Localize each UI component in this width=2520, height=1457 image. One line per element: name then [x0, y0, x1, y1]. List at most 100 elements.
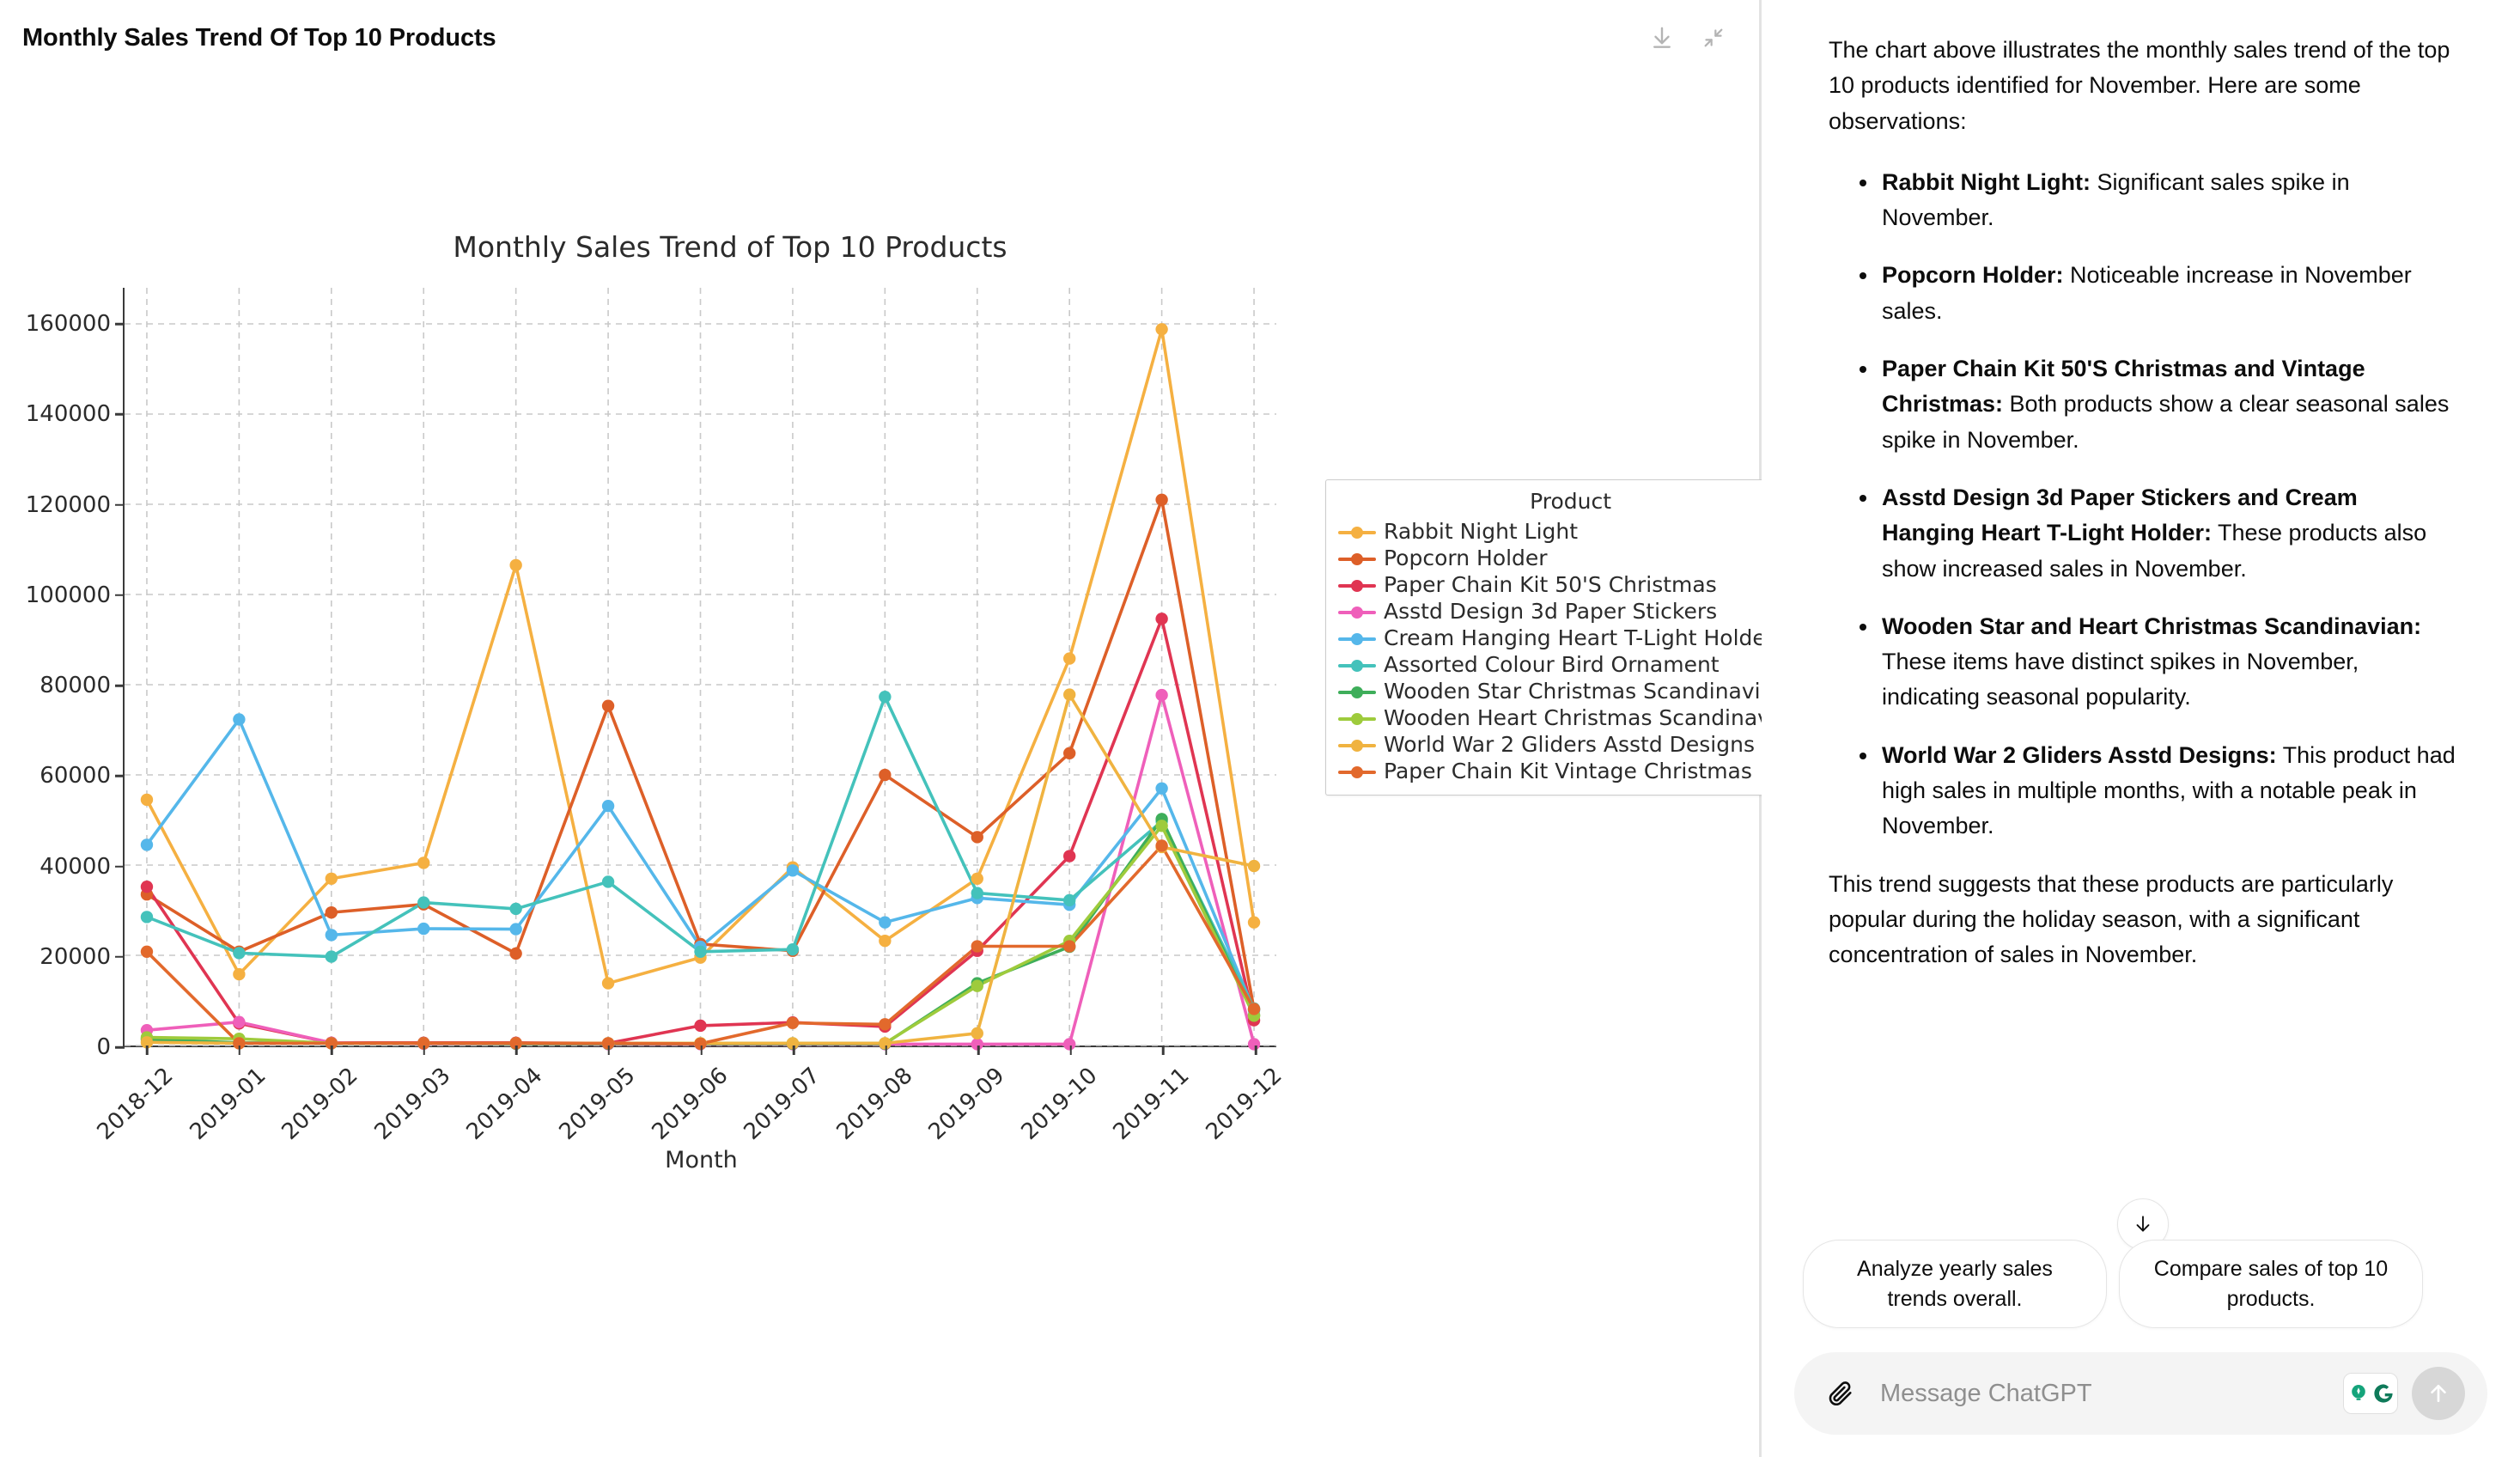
- legend-item-label: Wooden Star Christmas Scandinavian: [1384, 679, 1787, 704]
- x-axis-tick-mark: [885, 1046, 887, 1055]
- legend-color-swatch: [1338, 603, 1376, 620]
- grammarly-bulb-icon: [2351, 1385, 2365, 1400]
- paperclip-icon[interactable]: [1820, 1373, 1861, 1414]
- observation-item: World War 2 Gliders Asstd Designs: This …: [1860, 738, 2456, 844]
- download-icon[interactable]: [1647, 23, 1677, 52]
- x-axis-tick-label: 2019-12: [1201, 1063, 1287, 1146]
- legend-item[interactable]: Popcorn Holder: [1338, 545, 1803, 571]
- composer-wrapper: Message ChatGPT: [1762, 1352, 2520, 1457]
- canvas-header-actions: [1647, 23, 1737, 52]
- x-axis-tick-label: 2019-10: [1016, 1063, 1103, 1146]
- y-axis-tick-label: 0: [96, 1034, 111, 1060]
- message-input[interactable]: Message ChatGPT: [1880, 1380, 2343, 1408]
- y-axis-tick-mark: [115, 413, 125, 416]
- composer: Message ChatGPT: [1794, 1352, 2487, 1435]
- x-axis-tick-label: 2019-08: [831, 1063, 918, 1146]
- legend-item[interactable]: Cream Hanging Heart T-Light Holder: [1338, 625, 1803, 651]
- x-axis-tick-label: 2019-11: [1108, 1063, 1195, 1146]
- observation-product-name: Rabbit Night Light:: [1882, 168, 2091, 195]
- chart-container: Monthly Sales Trend of Top 10 Products T…: [0, 76, 1817, 1457]
- send-button[interactable]: [2412, 1367, 2465, 1420]
- observation-product-name: Popcorn Holder:: [1882, 262, 2064, 289]
- legend-color-swatch: [1338, 523, 1376, 540]
- chart-title: Monthly Sales Trend of Top 10 Products: [453, 230, 1007, 264]
- x-axis-tick-label: 2019-01: [185, 1063, 271, 1146]
- legend-color-swatch: [1338, 550, 1376, 567]
- legend-item[interactable]: Rabbit Night Light: [1338, 518, 1803, 545]
- y-axis-tick-label: 160000: [25, 311, 111, 338]
- legend-item[interactable]: World War 2 Gliders Asstd Designs: [1338, 731, 1803, 758]
- x-axis-tick-label: 2019-02: [277, 1063, 363, 1146]
- legend-item[interactable]: Paper Chain Kit 50'S Christmas: [1338, 571, 1803, 598]
- observation-product-name: Wooden Star and Heart Christmas Scandina…: [1882, 613, 2422, 639]
- assistant-observations-list: Rabbit Night Light: Significant sales sp…: [1829, 165, 2456, 844]
- legend-color-swatch: [1338, 576, 1376, 594]
- y-axis-tick-mark: [115, 955, 125, 958]
- x-axis-tick-label: 2019-06: [647, 1063, 733, 1146]
- suggestion-chips: Analyze yearly sales trends overall. Comp…: [1762, 1240, 2520, 1328]
- legend-item-label: Wooden Heart Christmas Scandinavian: [1384, 705, 1804, 730]
- collapse-icon[interactable]: [1699, 23, 1728, 52]
- legend-color-swatch: [1338, 656, 1376, 674]
- assistant-outro-paragraph: This trend suggests that these products …: [1829, 870, 2394, 968]
- y-axis-tick-label: 100000: [25, 582, 111, 608]
- legend-item[interactable]: Assorted Colour Bird Ornament: [1338, 651, 1803, 678]
- legend-item-label: Rabbit Night Light: [1384, 519, 1579, 544]
- y-axis-tick-label: 120000: [25, 491, 111, 518]
- legend-item-label: Asstd Design 3d Paper Stickers: [1384, 599, 1718, 624]
- x-axis-tick-label: 2019-07: [739, 1063, 825, 1146]
- x-axis-tick-mark: [607, 1046, 611, 1055]
- matplotlib-figure: Monthly Sales Trend of Top 10 Products T…: [0, 230, 1817, 1313]
- y-axis-tick-mark: [115, 594, 125, 597]
- y-axis-tick-label: 20000: [40, 943, 111, 970]
- chart-x-axis-label: Month: [665, 1147, 738, 1174]
- y-axis-tick-mark: [115, 503, 125, 506]
- observation-text: These items have distinct spikes in Nove…: [1882, 649, 2359, 710]
- legend-color-swatch: [1338, 763, 1376, 780]
- x-axis-tick-mark: [700, 1046, 703, 1055]
- x-axis-tick-mark: [1254, 1046, 1257, 1055]
- x-axis-tick-mark: [423, 1046, 425, 1055]
- canvas-pane: Monthly Sales Trend Of Top 10 Products M: [0, 0, 1817, 1457]
- y-axis-tick-label: 60000: [40, 763, 111, 789]
- x-axis-tick-label: 2019-05: [554, 1063, 641, 1146]
- grammarly-icon[interactable]: [2343, 1373, 2398, 1414]
- legend-item-label: Assorted Colour Bird Ornament: [1384, 652, 1720, 677]
- legend-item[interactable]: Wooden Star Christmas Scandinavian: [1338, 678, 1803, 704]
- x-axis-tick-mark: [515, 1046, 518, 1055]
- chart-legend: Product Rabbit Night Light Popcorn Holder…: [1325, 479, 1817, 796]
- chart-plot-area: Month 0 20000 40000 60000 80000 100000 120000 1…: [26, 288, 1287, 1174]
- canvas-header: Monthly Sales Trend Of Top 10 Products: [0, 0, 1759, 76]
- x-axis-tick-label: 2019-03: [369, 1063, 456, 1146]
- legend-item[interactable]: Paper Chain Kit Vintage Christmas: [1338, 758, 1803, 784]
- x-axis-tick-mark: [1069, 1046, 1073, 1055]
- legend-title: Product: [1530, 489, 1611, 514]
- grammarly-g-icon: [2373, 1384, 2393, 1403]
- legend-item[interactable]: Asstd Design 3d Paper Stickers: [1338, 598, 1803, 625]
- y-axis-tick-label: 140000: [25, 401, 111, 428]
- y-axis-tick-mark: [115, 1046, 125, 1049]
- legend-color-swatch: [1338, 736, 1376, 753]
- legend-item-label: World War 2 Gliders Asstd Designs: [1384, 732, 1755, 757]
- observation-product-name: World War 2 Gliders Asstd Designs:: [1882, 741, 2277, 768]
- x-axis-tick-mark: [238, 1046, 240, 1055]
- send-arrow-icon: [2431, 1384, 2446, 1403]
- chat-pane: The chart above illustrates the monthly …: [1762, 0, 2520, 1457]
- y-axis-tick-mark: [115, 865, 125, 868]
- y-axis-tick-label: 40000: [40, 853, 111, 880]
- legend-item-label: Cream Hanging Heart T-Light Holder: [1384, 625, 1775, 650]
- legend-rows: Rabbit Night Light Popcorn Holder Paper Ch…: [1338, 518, 1803, 784]
- y-axis-tick-label: 80000: [40, 673, 111, 699]
- chart-lines: [125, 288, 1276, 1051]
- legend-item[interactable]: Wooden Heart Christmas Scandinavian: [1338, 704, 1803, 731]
- x-axis-tick-label: 2019-09: [923, 1063, 1010, 1146]
- legend-color-swatch: [1338, 683, 1376, 700]
- suggestion-chip[interactable]: Analyze yearly sales trends overall.: [1803, 1240, 2107, 1328]
- x-axis-tick-mark: [330, 1046, 333, 1055]
- page-title: Monthly Sales Trend Of Top 10 Products: [22, 23, 496, 52]
- legend-item-label: Popcorn Holder: [1384, 546, 1548, 570]
- x-axis-tick-mark: [977, 1046, 980, 1055]
- legend-item-label: Paper Chain Kit 50'S Christmas: [1384, 572, 1717, 597]
- observation-item: Wooden Star and Heart Christmas Scandina…: [1860, 609, 2456, 716]
- suggestion-chip[interactable]: Compare sales of top 10 products.: [2119, 1240, 2423, 1328]
